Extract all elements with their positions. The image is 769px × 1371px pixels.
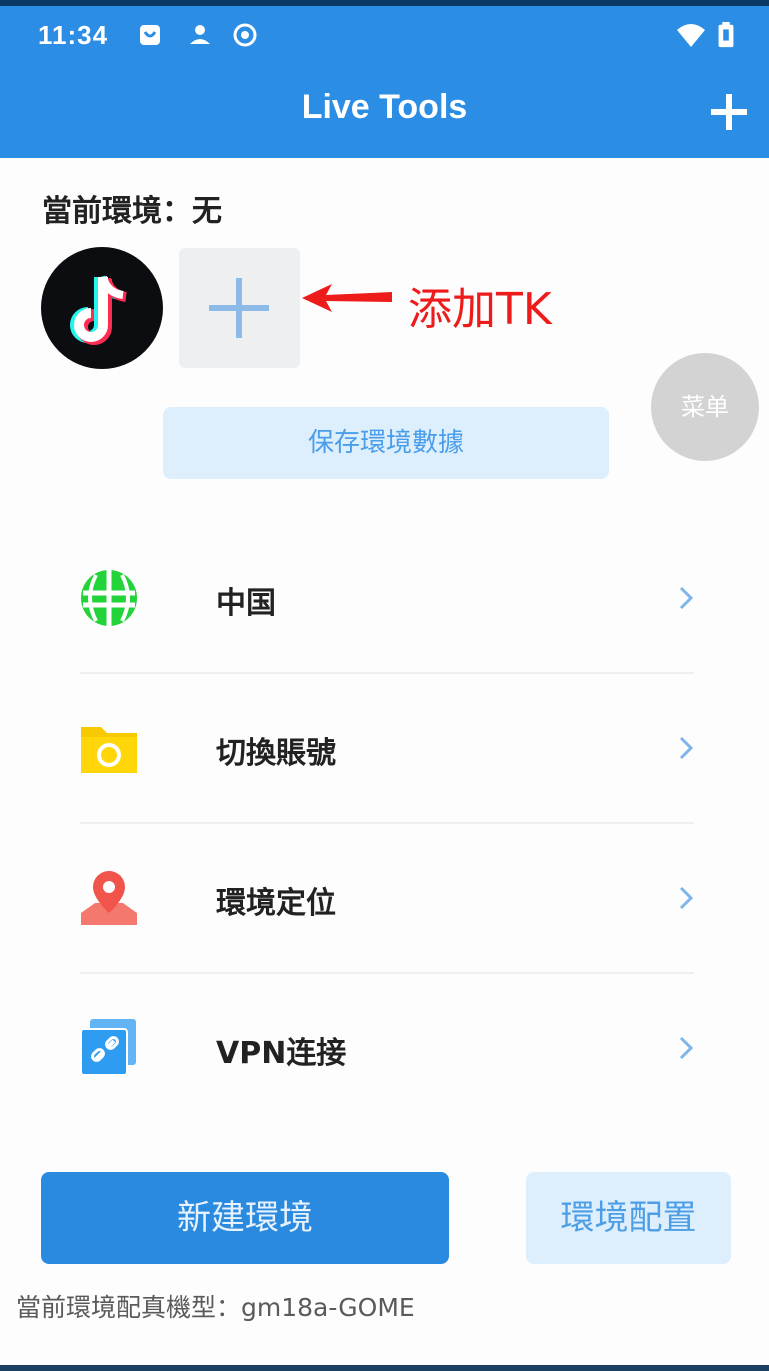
plus-icon [209, 278, 269, 338]
list-item-switch-account[interactable]: 切換賬號 [0, 673, 769, 823]
add-icon[interactable] [709, 92, 749, 132]
status-time: 11:34 [38, 20, 109, 50]
annotation-text: 添加TK [408, 284, 552, 335]
wifi-icon [677, 24, 705, 47]
list-item-label: 環境定位 [216, 886, 336, 921]
location-pin-icon [81, 871, 137, 925]
new-environment-button[interactable]: 新建環境 [41, 1172, 449, 1264]
record-icon [233, 23, 257, 47]
list-item-env-location[interactable]: 環境定位 [0, 823, 769, 973]
tiktok-icon [70, 275, 127, 345]
list-item-label: 中国 [216, 586, 276, 621]
list-item-vpn[interactable]: VPN连接 [0, 973, 769, 1123]
list-item-label: 切換賬號 [216, 736, 336, 771]
globe-icon [81, 570, 137, 626]
device-model-info: 當前環境配真機型：gm18a-GOME [16, 1293, 415, 1322]
save-environment-button[interactable]: 保存環境數據 [163, 407, 609, 479]
status-bar: 11:34 [0, 6, 769, 64]
chevron-right-icon [679, 1036, 694, 1060]
bottom-frame-edge [0, 1365, 769, 1371]
page-title: Live Tools [301, 88, 468, 126]
current-environment-label: 當前環境：无 [42, 194, 222, 229]
folder-icon [81, 727, 137, 773]
tiktok-app-icon[interactable] [41, 247, 163, 369]
environment-config-button[interactable]: 環境配置 [526, 1172, 731, 1264]
add-tiktok-button[interactable] [179, 248, 300, 368]
battery-icon [718, 22, 734, 48]
chevron-right-icon [679, 586, 694, 610]
chevron-right-icon [679, 736, 694, 760]
list-item-label: VPN连接 [216, 1036, 347, 1071]
link-icon [80, 1019, 136, 1076]
chevron-right-icon [679, 886, 694, 910]
menu-fab-button[interactable]: 菜单 [651, 353, 759, 461]
list-item-china[interactable]: 中国 [0, 523, 769, 673]
annotation-arrow-icon [302, 284, 392, 312]
app-bar: 11:34 Live Tools [0, 6, 769, 158]
notification-icon [140, 25, 160, 45]
game-icon [190, 25, 210, 44]
